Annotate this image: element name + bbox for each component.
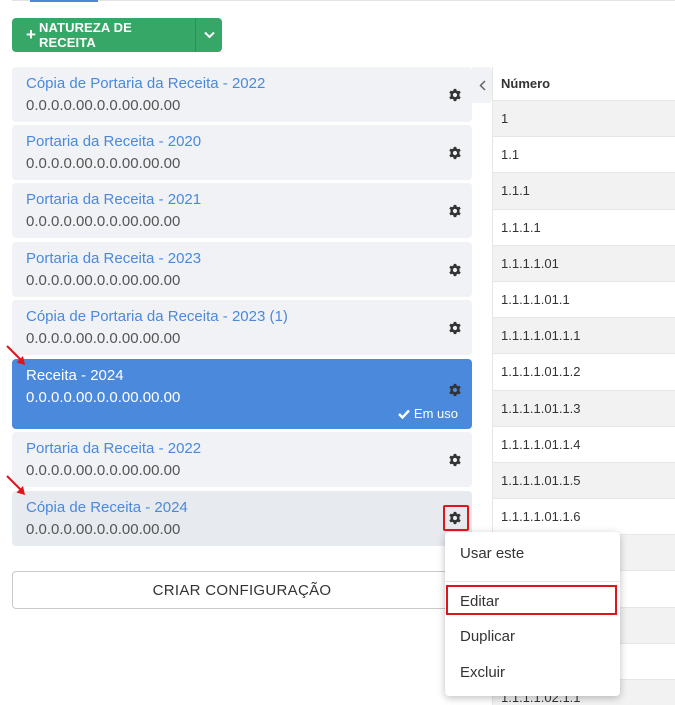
add-natureza-label: NATUREZA DE RECEITA — [39, 20, 132, 50]
config-title: Cópia de Portaria da Receita - 2022 — [26, 75, 266, 92]
config-card-active[interactable]: Receita - 2024 0.0.0.0.00.0.0.00.00.00 E… — [12, 359, 472, 429]
config-card[interactable]: Portaria da Receita - 2021 0.0.0.0.00.0.… — [12, 183, 472, 238]
table-cell: 1.1.1.1.01.1.4 — [501, 436, 581, 452]
table-row[interactable]: 1.1 — [493, 137, 675, 174]
table-cell: 1.1 — [501, 147, 520, 163]
table-header-label: Número — [501, 76, 551, 91]
table-row[interactable]: 1.1.1.1.01.1.4 — [493, 427, 675, 463]
table-row[interactable]: 1.1.1.1.01.1.3 — [493, 390, 675, 427]
table-cell: 1 — [501, 111, 509, 127]
config-card[interactable]: Portaria da Receita - 2020 0.0.0.0.00.0.… — [12, 125, 472, 180]
config-card[interactable]: Portaria da Receita - 2023 0.0.0.0.00.0.… — [12, 242, 472, 297]
gear-icon[interactable] — [448, 263, 462, 277]
config-code: 0.0.0.0.00.0.0.00.00.00 — [26, 389, 181, 406]
config-title: Portaria da Receita - 2022 — [26, 440, 202, 457]
gear-highlight-box — [443, 505, 469, 531]
add-natureza-button-group: + NATUREZA DE RECEITA — [12, 18, 222, 52]
config-code: 0.0.0.0.00.0.0.00.00.00 — [26, 97, 181, 114]
red-arrow-icon — [6, 475, 25, 495]
config-title: Cópia de Portaria da Receita - 2023 (1) — [26, 308, 288, 325]
menu-item-label: Usar este — [460, 545, 525, 562]
create-configuration-button[interactable]: CRIAR CONFIGURAÇÃO — [12, 571, 472, 609]
gear-icon[interactable] — [448, 146, 462, 160]
gear-icon[interactable] — [448, 321, 462, 335]
config-code: 0.0.0.0.00.0.0.00.00.00 — [26, 155, 181, 172]
table-cell: 1.1.1.1.01 — [501, 255, 559, 271]
menu-item-excluir[interactable]: Excluir — [445, 664, 620, 681]
menu-item-duplicar[interactable]: Duplicar — [445, 628, 620, 645]
table-row[interactable]: 1.1.1.1.01.1 — [493, 282, 675, 319]
table-cell: 1.1.1.1.01.1 — [501, 292, 570, 308]
menu-item-label: Duplicar — [460, 628, 516, 645]
config-code: 0.0.0.0.00.0.0.00.00.00 — [26, 213, 181, 230]
plus-icon: + — [26, 25, 37, 44]
add-natureza-button[interactable]: + NATUREZA DE RECEITA — [12, 18, 195, 52]
config-code: 0.0.0.0.00.0.0.00.00.00 — [26, 521, 181, 538]
table-row[interactable]: 1.1.1.1.01 — [493, 245, 675, 282]
gear-icon[interactable] — [448, 204, 462, 218]
table-row[interactable]: 1.1.1.1.01.1.1 — [493, 318, 675, 355]
red-arrow-icon — [6, 345, 25, 365]
table-cell: 1.1.1.1.01.1.2 — [501, 364, 581, 380]
check-icon — [398, 409, 410, 419]
table-cell: 1.1.1.1.01.1.6 — [501, 509, 581, 525]
collapse-panel-button[interactable] — [472, 67, 492, 103]
active-tab-indicator — [30, 0, 98, 2]
table-row[interactable]: 1.1.1.1.01.1.2 — [493, 354, 675, 391]
table-cell: 1.1.1.1.01.1.5 — [501, 472, 581, 488]
gear-icon[interactable] — [448, 453, 462, 467]
config-code: 0.0.0.0.00.0.0.00.00.00 — [26, 330, 181, 347]
config-title: Receita - 2024 — [26, 367, 124, 384]
config-title: Cópia de Receita - 2024 — [26, 499, 188, 516]
config-card[interactable]: Portaria da Receita - 2022 0.0.0.0.00.0.… — [12, 432, 472, 487]
table-cell: 1.1.1 — [501, 183, 530, 199]
table-row[interactable]: 1.1.1 — [493, 173, 675, 210]
table-cell: 1.1.1.1.01.1.3 — [501, 400, 581, 416]
table-row[interactable]: 1 — [493, 101, 675, 138]
table-cell: 1.1.1.1 — [501, 219, 541, 235]
table-row[interactable]: 1.1.1.1.01.1.6 — [493, 499, 675, 536]
config-code: 0.0.0.0.00.0.0.00.00.00 — [26, 272, 181, 289]
config-code: 0.0.0.0.00.0.0.00.00.00 — [26, 462, 181, 479]
editar-highlight-box — [446, 585, 617, 615]
table-header-numero[interactable]: Número — [493, 67, 675, 101]
in-use-badge: Em uso — [398, 406, 458, 421]
in-use-label: Em uso — [413, 406, 458, 421]
menu-divider — [445, 581, 620, 582]
table-row[interactable]: 1.1.1.1 — [493, 210, 675, 246]
chevron-left-icon — [478, 79, 486, 91]
table-cell: 1.1.1.1.01.1.1 — [501, 328, 581, 344]
create-configuration-label: CRIAR CONFIGURAÇÃO — [152, 581, 332, 599]
config-title: Portaria da Receita - 2020 — [26, 133, 202, 150]
table-row[interactable]: 1.1.1.1.01.1.5 — [493, 462, 675, 500]
top-tab-rule — [12, 0, 675, 1]
config-title: Portaria da Receita - 2023 — [26, 250, 202, 267]
config-card[interactable]: Cópia de Portaria da Receita - 2023 (1) … — [12, 300, 472, 355]
menu-item-usar-este[interactable]: Usar este — [445, 545, 620, 562]
config-title: Portaria da Receita - 2021 — [26, 191, 202, 208]
chevron-down-icon — [203, 31, 215, 39]
gear-icon[interactable] — [448, 88, 462, 102]
config-card[interactable]: Cópia de Receita - 2024 0.0.0.0.00.0.0.0… — [12, 491, 472, 546]
menu-item-label: Excluir — [460, 664, 506, 681]
add-natureza-dropdown-toggle[interactable] — [195, 18, 222, 52]
gear-icon[interactable] — [448, 383, 462, 397]
config-card[interactable]: Cópia de Portaria da Receita - 2022 0.0.… — [12, 67, 472, 122]
